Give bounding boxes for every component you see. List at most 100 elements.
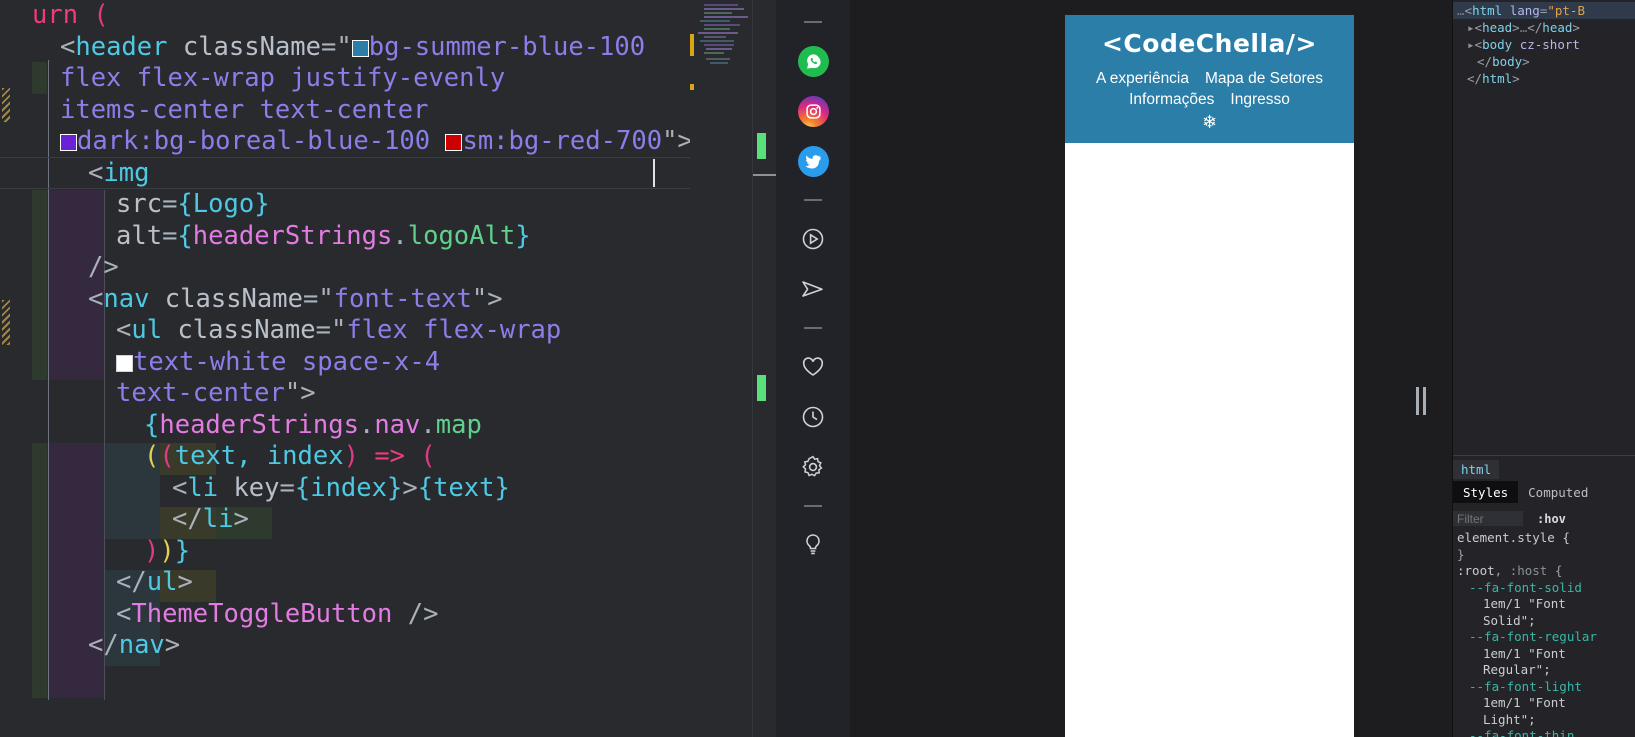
code-line: alt={headerStrings.logoAlt}	[116, 220, 531, 251]
code-line: {headerStrings.nav.map	[144, 409, 482, 440]
clock-icon[interactable]	[800, 404, 826, 430]
site-logo: <CodeChella/>	[1101, 29, 1317, 58]
devtools-divider	[1453, 455, 1635, 456]
editor-overview-ruler[interactable]	[752, 0, 776, 737]
code-line: </nav>	[88, 630, 181, 660]
css-declaration[interactable]: --fa-font-solid	[1453, 580, 1635, 597]
css-declaration[interactable]: Solid";	[1453, 613, 1635, 630]
rail-divider	[804, 327, 822, 329]
devtools-panel[interactable]: …<html lang="pt-B ▸<head>…</head> ▸<body c…	[1452, 0, 1635, 737]
code-text[interactable]: urn (<header className=" bg-summer-blue-1…	[0, 0, 700, 662]
rail-divider	[804, 505, 822, 507]
code-line: items-center text-center	[60, 94, 429, 125]
css-declaration[interactable]: element.style {	[1453, 530, 1635, 547]
code-line: text-white space-x-4	[0, 347, 700, 379]
color-swatch	[445, 134, 463, 151]
tab-computed[interactable]: Computed	[1518, 481, 1598, 503]
nav-item[interactable]: A experiência	[1096, 70, 1189, 88]
rail-item-settings[interactable]	[794, 448, 832, 486]
code-line: <li key={index}>{text}	[172, 472, 510, 503]
nav-item[interactable]: Ingresso	[1230, 91, 1289, 109]
code-line: </li>	[172, 504, 249, 534]
dom-tree[interactable]: …<html lang="pt-B ▸<head>…</head> ▸<body c…	[1453, 0, 1635, 87]
code-line: src={Logo}	[116, 189, 270, 219]
expand-arrow-icon[interactable]: ▸	[1467, 20, 1475, 35]
site-nav[interactable]: A experiência Mapa de Setores Informações I…	[1073, 70, 1346, 133]
color-swatch	[60, 134, 77, 151]
styles-filter-bar[interactable]: :hov	[1453, 508, 1635, 529]
code-line: />	[88, 252, 119, 282]
code-editor[interactable]: urn (<header className=" bg-summer-blue-1…	[0, 0, 776, 737]
code-line: <ul className="flex flex-wrap	[116, 315, 562, 345]
code-line: <ThemeToggleButton />	[116, 598, 439, 629]
rail-item-send[interactable]	[794, 270, 832, 308]
hov-toggle[interactable]: :hov	[1537, 512, 1566, 526]
nav-list[interactable]: A experiência Mapa de Setores Informações I…	[1073, 70, 1346, 112]
rail-item-ideas[interactable]	[794, 526, 832, 564]
css-declaration[interactable]: Light";	[1453, 712, 1635, 729]
dom-node[interactable]: …<html lang="pt-B	[1453, 2, 1635, 19]
rail-divider	[804, 21, 822, 23]
css-declaration[interactable]: :root, :host {	[1453, 563, 1635, 580]
rail-item-instagram[interactable]	[794, 92, 832, 130]
editor-minimap[interactable]	[690, 0, 750, 737]
app-icon-rail[interactable]	[776, 0, 850, 737]
css-declaration[interactable]: 1em/1 "Font	[1453, 695, 1635, 712]
rail-divider	[804, 199, 822, 201]
dom-node[interactable]: </body>	[1453, 53, 1635, 70]
styles-filter-input[interactable]	[1453, 511, 1523, 526]
css-declaration[interactable]: 1em/1 "Font	[1453, 646, 1635, 663]
rendered-page: <CodeChella/> A experiência Mapa de Setor…	[1065, 15, 1354, 737]
rail-item-favorites[interactable]	[794, 348, 832, 386]
browser-viewport: <CodeChella/> A experiência Mapa de Setor…	[850, 0, 1452, 737]
css-declaration[interactable]: --fa-font-regular	[1453, 629, 1635, 646]
play-circle-icon[interactable]	[800, 226, 826, 252]
dom-node[interactable]: ▸<body cz-short	[1453, 36, 1635, 53]
instagram-icon[interactable]	[797, 95, 829, 127]
code-line: <img	[88, 157, 150, 188]
code-line: flex flex-wrap justify-evenly	[60, 63, 506, 93]
expand-arrow-icon[interactable]: ▸	[1467, 37, 1475, 52]
css-declaration[interactable]: }	[1453, 547, 1635, 564]
rail-item-history[interactable]	[794, 398, 832, 436]
code-line: dark:bg-boreal-blue-100 sm:bg-red-700">	[0, 126, 700, 158]
code-line: urn (	[32, 0, 109, 30]
heart-icon[interactable]	[800, 354, 826, 380]
css-declaration[interactable]: --fa-font-light	[1453, 679, 1635, 696]
rail-item-whatsapp[interactable]	[794, 42, 832, 80]
devtools-tabs[interactable]: Styles Computed	[1453, 481, 1635, 503]
code-line: text-center">	[116, 378, 316, 408]
breadcrumb[interactable]: html	[1453, 458, 1635, 480]
css-declaration[interactable]: 1em/1 "Font	[1453, 596, 1635, 613]
text-caret	[653, 159, 655, 187]
nav-item[interactable]: Mapa de Setores	[1205, 70, 1323, 88]
app-window: urn (<header className=" bg-summer-blue-1…	[0, 0, 1635, 737]
overview-separator	[753, 174, 776, 176]
css-declaration[interactable]: Regular";	[1453, 662, 1635, 679]
code-line: <nav className="font-text">	[88, 283, 503, 314]
dom-node[interactable]: ▸<head>…</head>	[1453, 19, 1635, 36]
resize-grip-bar	[1423, 387, 1426, 415]
tab-styles[interactable]: Styles	[1453, 481, 1519, 503]
color-swatch	[351, 39, 369, 57]
code-line: ))}	[144, 535, 191, 566]
rail-item-twitter[interactable]	[794, 142, 832, 180]
breadcrumb-item-html[interactable]: html	[1453, 459, 1500, 479]
lightbulb-icon[interactable]	[800, 532, 826, 558]
overview-mark	[757, 375, 766, 401]
code-line: </ul>	[116, 567, 193, 597]
theme-toggle-button[interactable]: ❄	[1073, 114, 1346, 132]
resize-grip-bar	[1416, 387, 1419, 415]
nav-item[interactable]: Informações	[1129, 91, 1214, 109]
whatsapp-icon[interactable]	[797, 45, 829, 77]
overview-mark	[757, 133, 766, 159]
code-line: <header className=" bg-summer-blue-100	[60, 31, 646, 62]
twitter-icon[interactable]	[797, 145, 829, 177]
gear-icon[interactable]	[800, 454, 826, 480]
rail-item-video[interactable]	[794, 220, 832, 258]
send-icon[interactable]	[800, 276, 826, 302]
css-declaration[interactable]: --fa-font-thin	[1453, 728, 1635, 737]
styles-rules[interactable]: element.style {}:root, :host {--fa-font-…	[1453, 530, 1635, 737]
panel-resize-handle[interactable]	[1414, 378, 1428, 424]
dom-node[interactable]: </html>	[1453, 70, 1635, 87]
